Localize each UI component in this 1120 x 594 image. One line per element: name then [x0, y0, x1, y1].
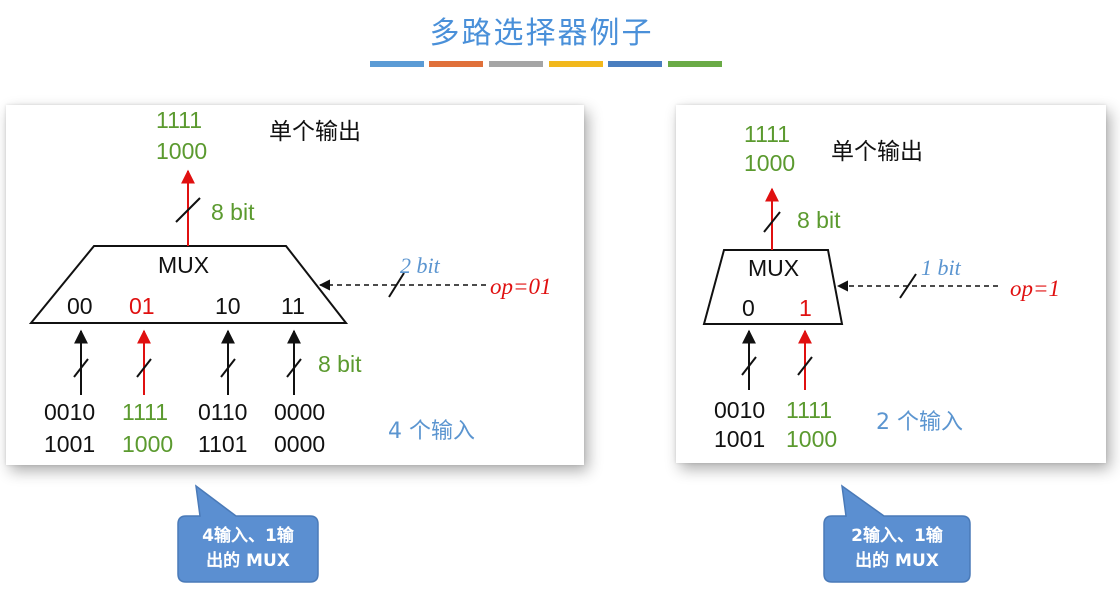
callout-4-input-text: 4输入、1输 出的 MUX	[178, 524, 318, 574]
callout-line: 4输入、1输	[202, 526, 294, 546]
callout-line: 出的 MUX	[855, 551, 939, 571]
callout-line: 2输入、1输	[851, 526, 943, 546]
callout-2-input-text: 2输入、1输 出的 MUX	[824, 524, 970, 574]
callout-line: 出的 MUX	[206, 551, 290, 571]
callout-shapes	[177, 484, 971, 583]
